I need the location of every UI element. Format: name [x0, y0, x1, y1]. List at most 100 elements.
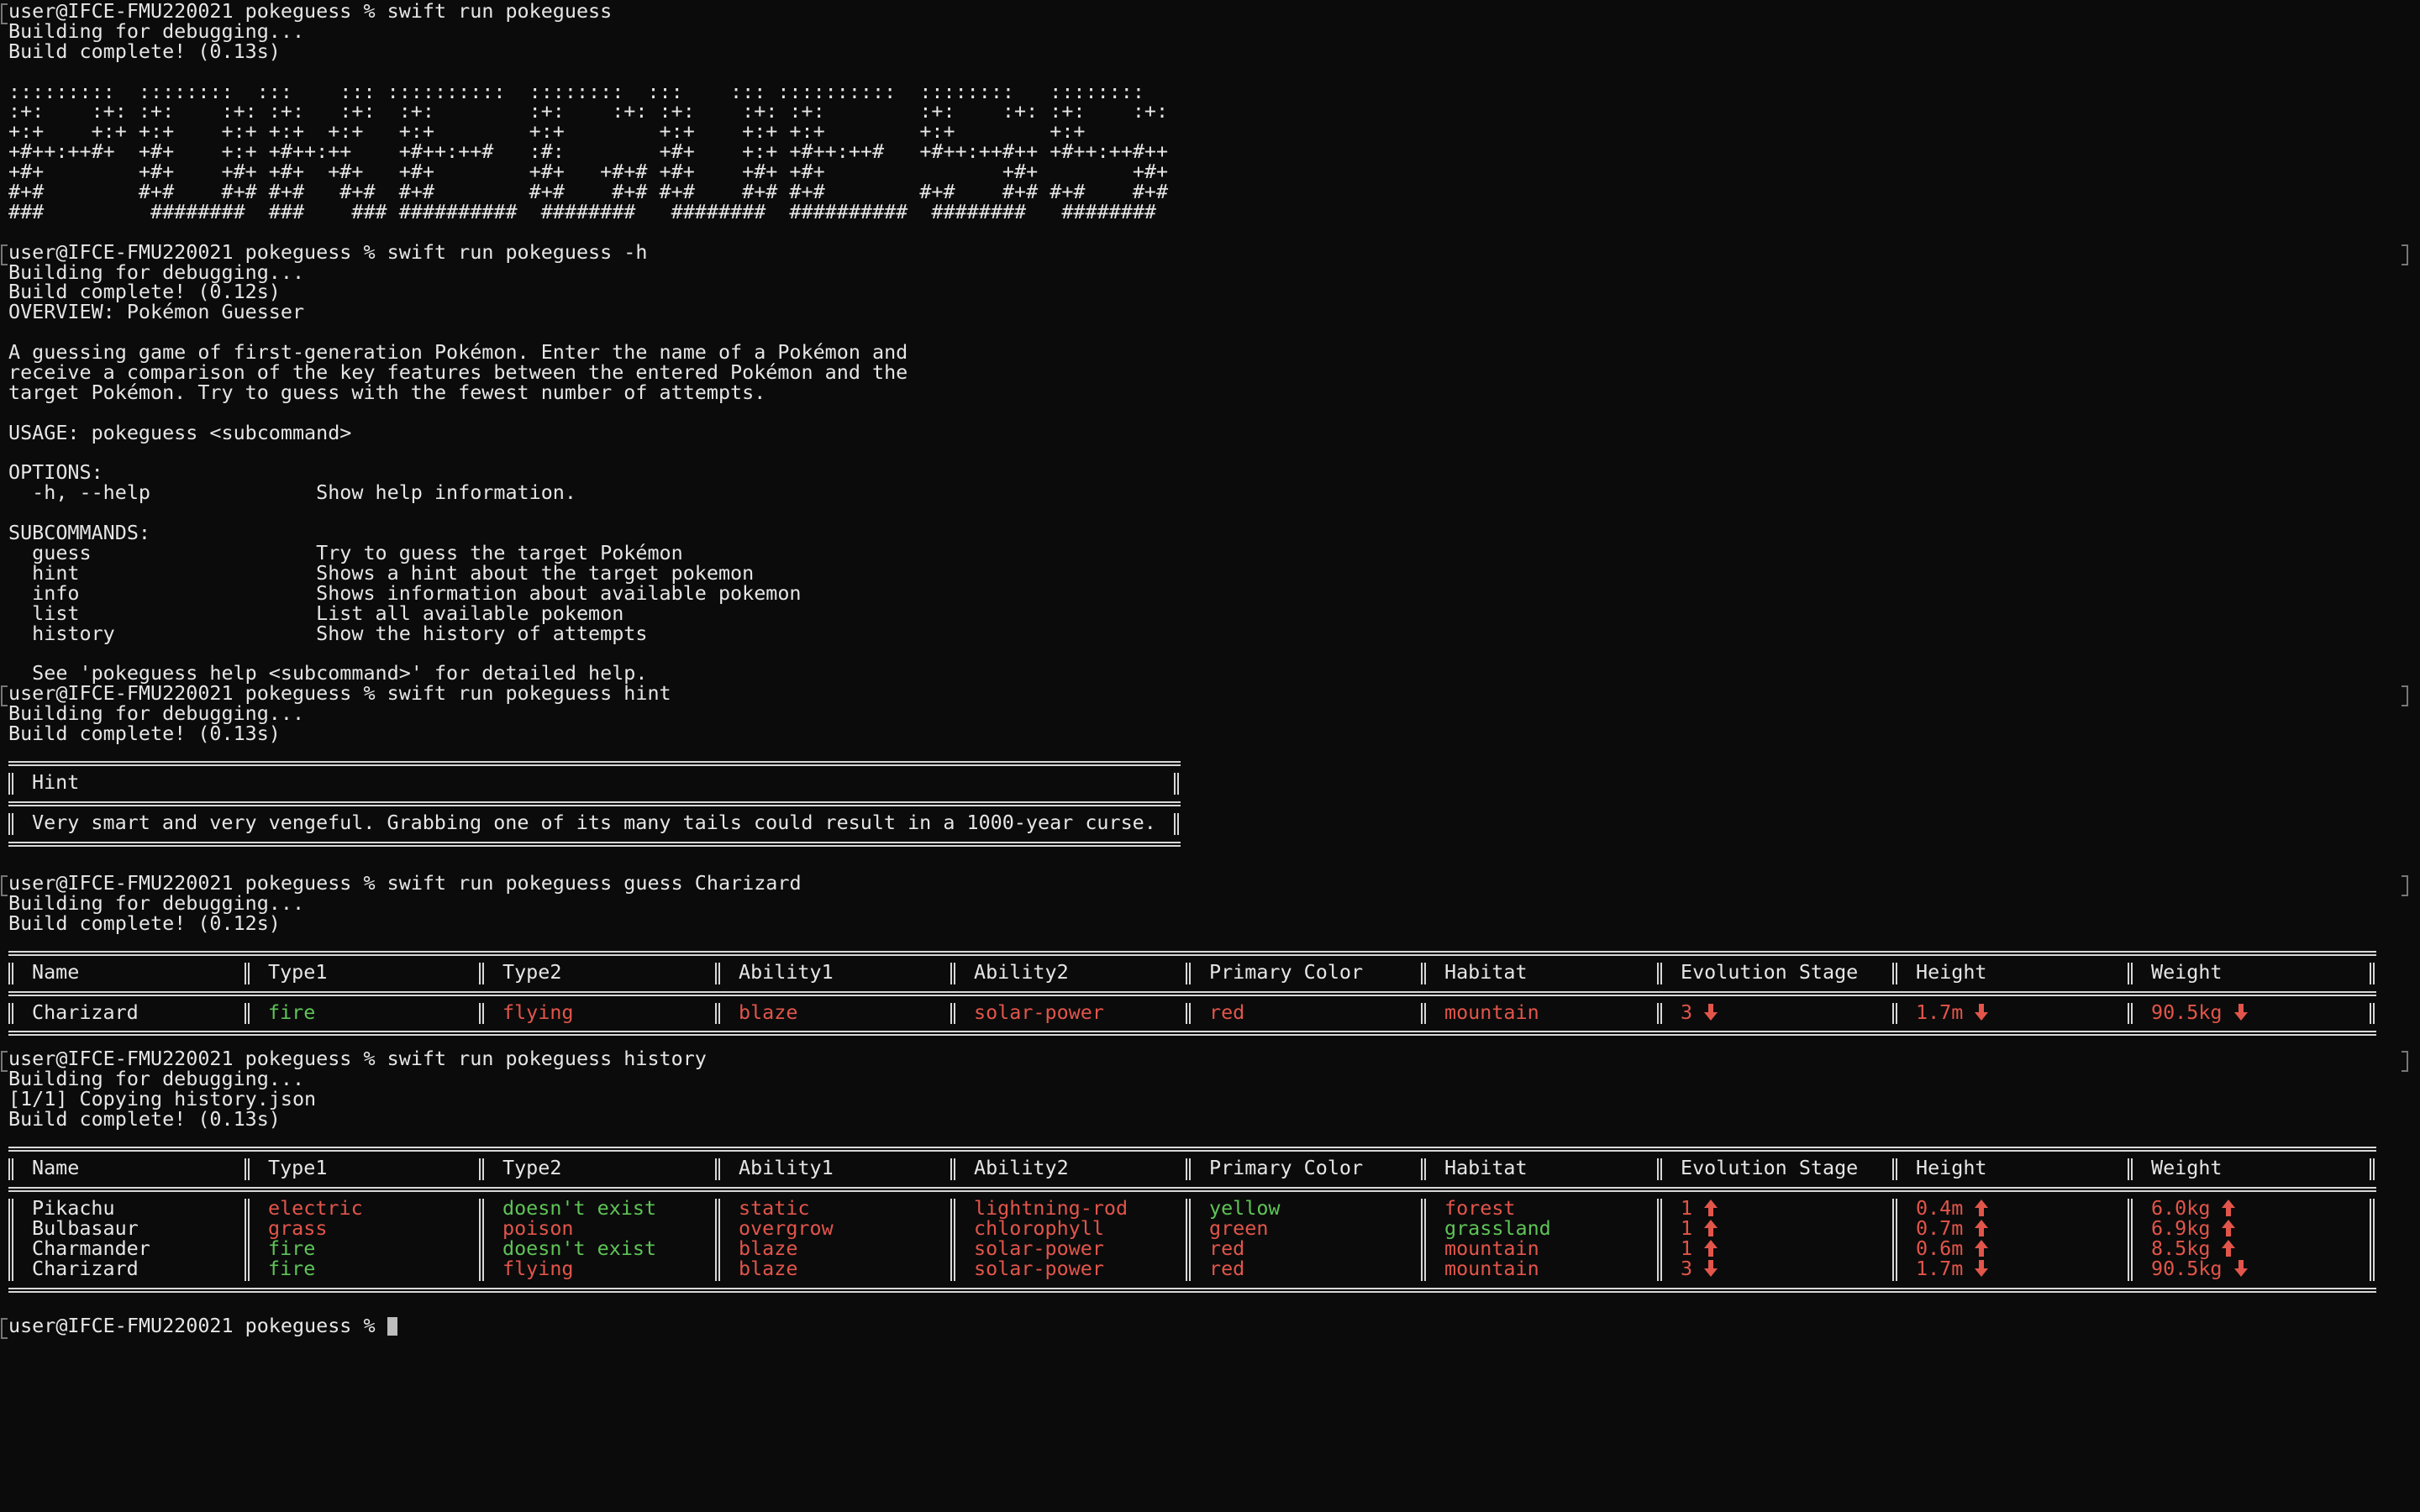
output-line: Build complete! (0.13s)	[8, 39, 281, 63]
column-divider	[1421, 962, 1426, 984]
column-header: Name	[32, 959, 80, 984]
attribute-cell: 1.7m	[1916, 1256, 1990, 1282]
command-text: swift run pokeguess history	[387, 1047, 707, 1071]
column-header: Weight	[2151, 1155, 2223, 1179]
ascii-banner: ::::::::: :::::::: ::: ::: :::::::::: ::…	[8, 81, 2403, 223]
ascii-line: ### ######## ### ### ########## ########…	[8, 199, 1156, 223]
table-row: Charmander fire doesn't exist blaze solar-po…	[8, 1238, 2376, 1262]
attribute-value: red	[1209, 1256, 1245, 1280]
table-row: Bulbasaur grass poison overgrow chlorophyll g…	[8, 1218, 2376, 1242]
attribute-value: solar-power	[974, 1000, 1104, 1024]
arrow-up-icon	[2220, 1239, 2237, 1262]
table-border	[8, 1031, 2376, 1037]
attribute-cell: 3	[1681, 1256, 1719, 1282]
table-border	[8, 1287, 2376, 1293]
pokemon-name: Charizard	[32, 1000, 139, 1024]
column-divider	[8, 1158, 13, 1180]
attribute-cell: blaze	[739, 1002, 797, 1023]
arrow-down-icon	[1702, 1259, 1719, 1282]
column-divider	[2128, 962, 2133, 984]
column-header: Habitat	[1444, 959, 1528, 984]
table-border	[8, 1186, 2376, 1192]
table-header-row: Name Type1 Type2 Ability1 Ability2 Primary Co…	[8, 1158, 2376, 1180]
attribute-value: 3	[1681, 1000, 1693, 1024]
attribute-cell: fire	[268, 1258, 315, 1279]
arrow-up-icon	[2220, 1219, 2237, 1242]
command-text: swift run pokeguess hint	[387, 681, 671, 706]
column-header: Type2	[502, 959, 562, 984]
attribute-cell: solar-power	[974, 1256, 1104, 1280]
column-divider	[2128, 1158, 2133, 1180]
column-divider	[479, 962, 484, 984]
hint-header-row: Hint	[8, 769, 1181, 795]
table-body: Pikachu electric doesn't exist static lightn…	[8, 1198, 2376, 1282]
column-header: Primary Color	[1209, 959, 1364, 984]
attribute-cell: 3	[1681, 1000, 1719, 1026]
pokemon-name: Charizard	[32, 1256, 139, 1280]
attribute-cell: mountain	[1444, 1258, 1539, 1279]
arrow-up-icon	[2220, 1199, 2237, 1221]
attribute-cell: flying	[502, 1002, 574, 1023]
arrow-down-icon	[1973, 1003, 1990, 1026]
prompt-mark	[2402, 685, 2408, 707]
attribute-value: 3	[1681, 1256, 1693, 1280]
box-border	[8, 841, 1181, 847]
hint-text-row: Very smart and very vengeful. Grabbing o…	[8, 812, 1181, 835]
terminal-output[interactable]: user@IFCE-FMU220021 pokeguess % swift ru…	[1, 0, 2408, 1339]
column-header: Habitat	[1444, 1155, 1528, 1179]
table-border	[8, 990, 2376, 996]
column-header: Height	[1916, 959, 1987, 984]
table-row: Pikachu electric doesn't exist static lightn…	[8, 1198, 2376, 1221]
output-line: Building for debugging...	[8, 18, 305, 43]
attribute-value: 90.5kg	[2151, 1000, 2223, 1024]
output-line: Building for debugging...	[8, 890, 305, 915]
attribute-cell: 90.5kg	[2151, 1000, 2249, 1026]
prompt: user@IFCE-FMU220021 pokeguess %	[8, 0, 376, 23]
output-line: Building for debugging...	[8, 1067, 305, 1091]
column-divider	[1186, 1158, 1191, 1180]
command-text: swift run pokeguess guess Charizard	[387, 870, 802, 895]
output-line: [1/1] Copying history.json	[8, 1087, 317, 1111]
arrow-up-icon	[1702, 1219, 1719, 1242]
output-line: Build complete! (0.13s)	[8, 722, 281, 746]
attribute-cell: mountain	[1444, 1002, 1539, 1023]
column-divider	[479, 1158, 484, 1180]
prompt-line: user@IFCE-FMU220021 pokeguess % swift ru…	[1, 0, 2403, 24]
column-divider	[1186, 962, 1191, 984]
attribute-value: red	[1209, 1000, 1245, 1024]
table-body: Charizard fire flying blaze solar-power red mo…	[8, 1000, 2376, 1026]
arrow-up-icon	[1702, 1199, 1719, 1221]
prompt: user@IFCE-FMU220021 pokeguess %	[8, 239, 376, 264]
attribute-value: 1.7m	[1916, 1256, 1964, 1280]
help-line: Building for debugging...	[8, 260, 305, 284]
prompt-mark	[2402, 874, 2408, 896]
guess-table: Name Type1 Type2 Ability1 Ability2 Primary Co…	[8, 950, 2376, 1037]
prompt-line: user@IFCE-FMU220021 pokeguess % swift ru…	[1, 239, 2408, 265]
prompt: user@IFCE-FMU220021 pokeguess %	[8, 1047, 376, 1071]
attribute-value: solar-power	[974, 1256, 1104, 1280]
column-header: Type1	[268, 959, 328, 984]
column-header: Ability2	[974, 1155, 1069, 1179]
command-text: swift run pokeguess	[387, 0, 613, 23]
column-header: Ability2	[974, 959, 1069, 984]
help-line: -h, --help Show help information.	[8, 480, 576, 505]
attribute-cell: flying	[502, 1258, 574, 1279]
column-header: Ability1	[739, 1155, 834, 1179]
attribute-cell: 90.5kg	[2151, 1258, 2249, 1282]
arrow-down-icon	[1702, 1003, 1719, 1026]
column-header: Primary Color	[1209, 1155, 1364, 1179]
hint-title: Hint	[32, 769, 80, 794]
cursor[interactable]	[387, 1316, 397, 1336]
column-header: Type1	[268, 1155, 328, 1179]
arrow-down-icon	[2233, 1003, 2249, 1026]
prompt-line: user@IFCE-FMU220021 pokeguess % swift ru…	[1, 681, 2408, 707]
output-line: Building for debugging...	[8, 701, 305, 726]
column-divider	[1892, 1158, 1897, 1180]
history-table: Name Type1 Type2 Ability1 Ability2 Primary Co…	[8, 1146, 2376, 1293]
current-prompt-line[interactable]: user@IFCE-FMU220021 pokeguess %	[1, 1315, 2403, 1339]
hint-box: Hint Very smart and very vengeful. Grabb…	[8, 760, 1181, 847]
column-divider	[715, 962, 720, 984]
table-row: Charizard fire flying blaze solar-power red mo…	[8, 1256, 2376, 1282]
